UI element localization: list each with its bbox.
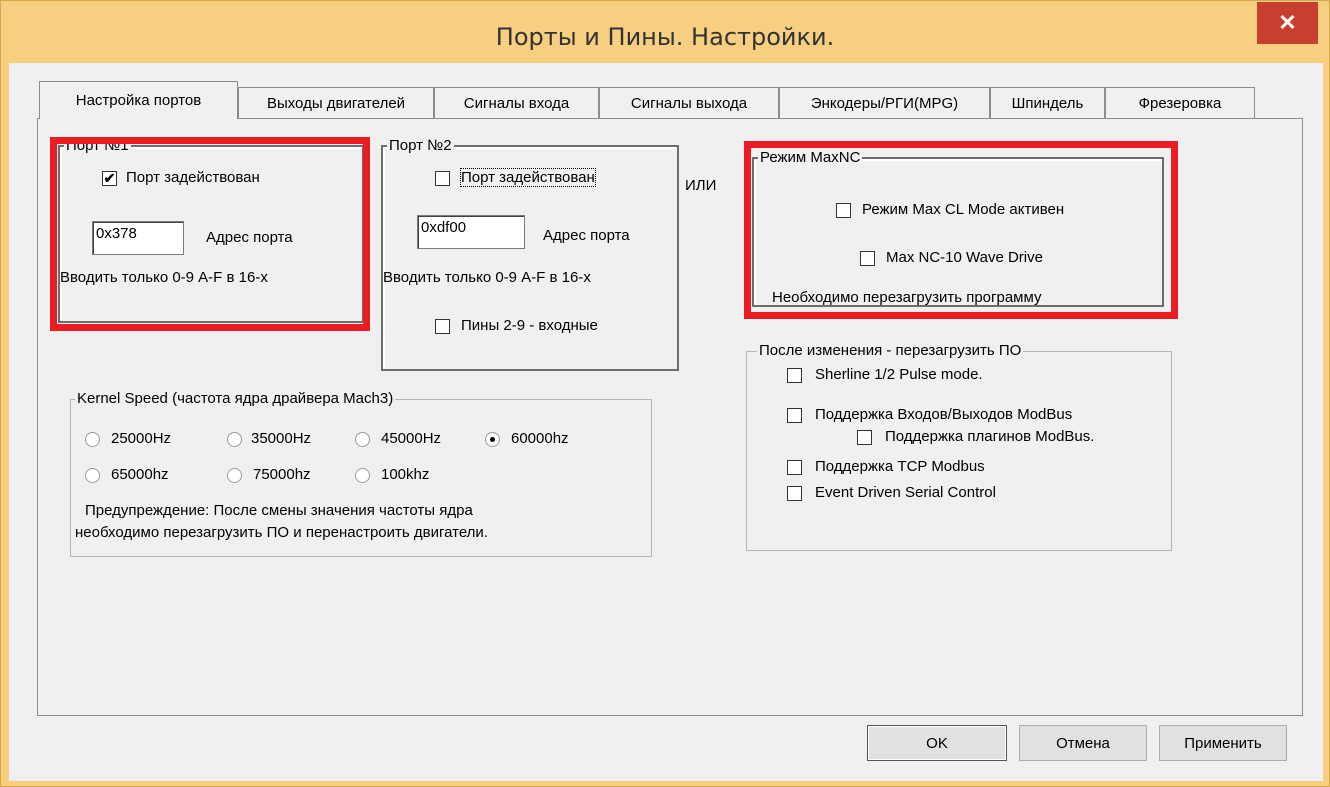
tab-milling[interactable]: Фрезеровка <box>1105 87 1255 118</box>
ok-button[interactable]: OK <box>867 725 1007 761</box>
kernel-warning-line2: необходимо перезагрузить ПО и перенастро… <box>75 524 488 541</box>
kernel-speed-group: Kernel Speed (частота ядра драйвера Mach… <box>70 390 652 557</box>
kernel-option-label: 100khz <box>381 466 430 483</box>
port2-pins-input-label: Пины 2-9 - входные <box>461 317 598 334</box>
kernel-radio-60000[interactable] <box>485 432 500 447</box>
kernel-radio-100k[interactable] <box>355 468 370 483</box>
port2-address-label: Адрес порта <box>543 227 630 244</box>
tab-encoders-mpg[interactable]: Энкодеры/РГИ(MPG) <box>779 87 990 118</box>
tcp-modbus-checkbox[interactable] <box>787 460 802 475</box>
tcp-modbus-label: Поддержка TCP Modbus <box>815 458 985 475</box>
tab-label: Сигналы входа <box>463 94 570 112</box>
kernel-option-label: 60000hz <box>511 430 569 447</box>
tab-spindle[interactable]: Шпиндель <box>990 87 1105 118</box>
dialog-window: Порты и Пины. Настройки. ✕ Настройка пор… <box>0 0 1330 787</box>
port2-hint: Вводить только 0-9 A-F в 16-х <box>383 269 591 286</box>
tab-label: Шпиндель <box>1011 94 1084 112</box>
dialog-client: Настройка портов Выходы двигателей Сигна… <box>9 63 1323 781</box>
event-serial-checkbox[interactable] <box>787 486 802 501</box>
kernel-radio-35000[interactable] <box>227 432 242 447</box>
highlight-box-maxnc <box>744 141 1178 319</box>
kernel-radio-75000[interactable] <box>227 468 242 483</box>
tab-page-port-setup: Порт №1 ✔ Порт задействован 0x378 Адрес … <box>37 118 1303 716</box>
after-change-legend: После изменения - перезагрузить ПО <box>757 342 1024 360</box>
kernel-warning-line1: Предупреждение: После смены значения час… <box>85 502 473 519</box>
kernel-option-label: 35000Hz <box>251 430 312 447</box>
kernel-radio-25000[interactable] <box>85 432 100 447</box>
kernel-option-label: 25000Hz <box>111 430 172 447</box>
tab-port-setup[interactable]: Настройка портов <box>39 81 238 119</box>
sherline-checkbox[interactable] <box>787 368 802 383</box>
modbus-io-label: Поддержка Входов/Выходов ModBus <box>815 406 1073 423</box>
window-title: Порты и Пины. Настройки. <box>495 23 835 51</box>
port2-pins-input-checkbox[interactable] <box>435 319 450 334</box>
port2-address-input[interactable]: 0xdf00 <box>417 215 525 249</box>
modbus-plugins-checkbox[interactable] <box>857 430 872 445</box>
tab-label: Сигналы выхода <box>630 94 748 112</box>
highlight-box-port1 <box>50 137 370 331</box>
kernel-option-label: 65000hz <box>111 466 169 483</box>
tab-motor-outputs[interactable]: Выходы двигателей <box>238 87 434 118</box>
kernel-speed-legend: Kernel Speed (частота ядра драйвера Mach… <box>75 390 396 408</box>
modbus-plugins-label: Поддержка плагинов ModBus. <box>885 428 1095 445</box>
kernel-radio-65000[interactable] <box>85 468 100 483</box>
or-label: ИЛИ <box>685 177 717 194</box>
modbus-io-checkbox[interactable] <box>787 408 802 423</box>
port2-enabled-checkbox[interactable] <box>435 171 450 186</box>
title-bar[interactable]: Порты и Пины. Настройки. ✕ <box>1 1 1329 63</box>
tab-label: Выходы двигателей <box>266 94 406 112</box>
close-button[interactable]: ✕ <box>1257 2 1318 44</box>
port2-enabled-label: Порт задействован <box>460 168 596 187</box>
sherline-label: Sherline 1/2 Pulse mode. <box>815 366 983 383</box>
close-icon: ✕ <box>1278 10 1297 35</box>
cancel-button[interactable]: Отмена <box>1019 725 1147 761</box>
kernel-option-label: 45000Hz <box>381 430 442 447</box>
tab-label: Энкодеры/РГИ(MPG) <box>810 94 959 112</box>
port2-legend: Порт №2 <box>387 137 454 155</box>
kernel-option-label: 75000hz <box>253 466 311 483</box>
tab-output-signals[interactable]: Сигналы выхода <box>599 87 779 118</box>
apply-button[interactable]: Применить <box>1159 725 1287 761</box>
event-serial-label: Event Driven Serial Control <box>815 484 996 501</box>
kernel-radio-45000[interactable] <box>355 432 370 447</box>
tab-input-signals[interactable]: Сигналы входа <box>434 87 599 118</box>
port2-group: Порт №2 Порт задействован 0xdf00 Адрес п… <box>381 137 679 371</box>
tab-label: Настройка портов <box>75 92 202 109</box>
after-change-group: После изменения - перезагрузить ПО Sherl… <box>746 342 1172 551</box>
tab-label: Фрезеровка <box>1138 94 1222 112</box>
